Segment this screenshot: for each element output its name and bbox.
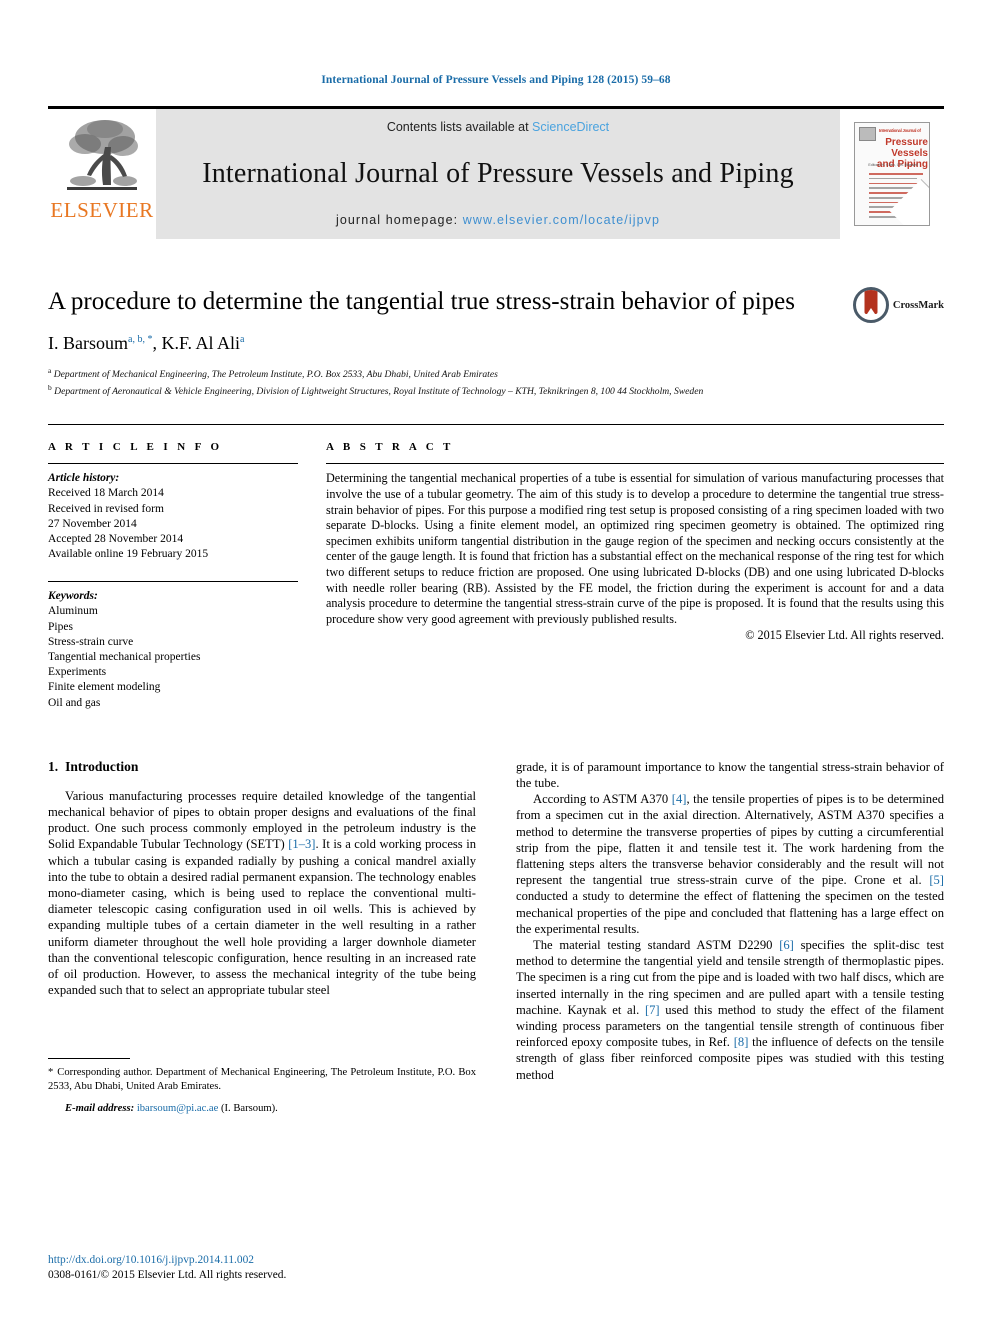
elsevier-logo: ELSEVIER — [48, 109, 156, 239]
elsevier-wordmark: ELSEVIER — [50, 198, 154, 222]
email-owner: (I. Barsoum). — [221, 1102, 278, 1114]
paragraph-part: The material testing standard ASTM D2290 — [533, 938, 780, 953]
keyword-item: Finite element modeling — [48, 681, 161, 694]
divider — [326, 463, 944, 465]
history-item: 27 November 2014 — [48, 517, 137, 530]
keyword-item: Stress-strain curve — [48, 635, 134, 648]
corresponding-author-footnote: * Corresponding author. Department of Mec… — [48, 1058, 476, 1114]
citation-ref[interactable]: [6] — [779, 938, 794, 952]
page-footer: http://dx.doi.org/10.1016/j.ijpvp.2014.1… — [48, 1253, 476, 1283]
page-title: A procedure to determine the tangential … — [48, 288, 795, 315]
citation-ref[interactable]: [1–3] — [288, 837, 315, 851]
cover-editors: Editors: H. Chen, C.A. Maxwell — [868, 163, 918, 167]
paragraph-part: conducted a study to determine the effec… — [516, 889, 944, 936]
footnote-divider — [48, 1058, 130, 1060]
elsevier-tree-icon — [61, 113, 143, 199]
journal-title: International Journal of Pressure Vessel… — [202, 157, 794, 189]
author-1-marks[interactable]: a, b, * — [128, 334, 152, 345]
citation-ref[interactable]: [4] — [672, 792, 687, 806]
citation-ref[interactable]: [7] — [645, 1003, 660, 1017]
title-area: A procedure to determine the tangential … — [48, 287, 944, 398]
keyword-item: Tangential mechanical properties — [48, 651, 201, 663]
journal-homepage-line: journal homepage: www.elsevier.com/locat… — [336, 213, 660, 227]
author-2-marks[interactable]: a — [240, 334, 244, 345]
journal-band: Contents lists available at ScienceDirec… — [156, 109, 840, 239]
section-heading-introduction: 1. Introduction — [48, 759, 476, 775]
homepage-prefix: journal homepage: — [335, 213, 459, 227]
contents-available-line: Contents lists available at ScienceDirec… — [387, 120, 609, 134]
keyword-item: Experiments — [48, 666, 107, 679]
keywords-list: Aluminum Pipes Stress-strain curve Tange… — [48, 604, 298, 710]
divider — [48, 463, 298, 465]
paper-page: International Journal of Pressure Vessel… — [0, 0, 992, 1323]
crossmark-badge[interactable]: CrossMark — [852, 287, 944, 323]
affiliations: a Department of Mechanical Engineering, … — [48, 364, 944, 398]
doi-link[interactable]: http://dx.doi.org/10.1016/j.ijpvp.2014.1… — [48, 1253, 476, 1268]
sciencedirect-link[interactable]: ScienceDirect — [532, 120, 609, 134]
footnote-text: * Corresponding author. Department of Mec… — [48, 1066, 476, 1093]
keyword-item: Oil and gas — [48, 696, 101, 709]
cover-title-line1: Pressure Vessels — [885, 137, 928, 159]
abstract-heading: A B S T R A C T — [326, 441, 454, 454]
article-history-label: Article history: — [48, 472, 120, 485]
homepage-url-link[interactable]: www.elsevier.com/locate/ijpvp — [463, 213, 660, 227]
cover-kicker: International Journal of — [879, 128, 921, 133]
paragraph-part: According to ASTM A370 — [533, 792, 672, 807]
citation-ref[interactable]: [5] — [929, 873, 944, 887]
journal-header-band: ELSEVIER Contents lists available at Sci… — [48, 106, 944, 239]
affiliation-b-text: Department of Aeronautical & Vehicle Eng… — [54, 386, 704, 398]
footnote-body: Corresponding author. Department of Mech… — [48, 1067, 476, 1093]
running-head: International Journal of Pressure Vessel… — [321, 74, 671, 86]
paragraph-part: . It is a cold working process in which … — [48, 837, 476, 998]
contents-prefix: Contents lists available at — [386, 120, 529, 134]
body-column-right: grade, it is of paramount importance to … — [516, 759, 944, 1114]
divider — [48, 581, 298, 583]
abstract-text: Determining the tangential mechanical pr… — [326, 471, 944, 626]
author-2-name: K.F. Al Ali — [161, 333, 241, 353]
cover-image: International Journal of Pressure Vessel… — [854, 122, 930, 226]
paragraph: Various manufacturing processes require … — [48, 788, 476, 999]
info-abstract-section: A R T I C L E I N F O Article history: R… — [48, 424, 944, 710]
paragraph-part: , the tensile properties of pipes is to … — [516, 792, 944, 888]
issn-copyright: 0308-0161/© 2015 Elsevier Ltd. All right… — [48, 1269, 287, 1281]
body-column-left: 1. Introduction Various manufacturing pro… — [48, 759, 476, 1114]
history-item: Accepted 28 November 2014 — [48, 532, 184, 545]
keyword-item: Aluminum — [48, 605, 98, 618]
paragraph: grade, it is of paramount importance to … — [516, 759, 944, 791]
email-line: E-mail address: ibarsoum@pi.ac.ae (I. Ba… — [48, 1103, 476, 1114]
section-number: 1. — [48, 758, 59, 774]
keywords-label: Keywords: — [48, 590, 98, 603]
journal-cover-thumbnail: International Journal of Pressure Vessel… — [840, 109, 944, 239]
crossmark-icon — [852, 287, 889, 323]
email-label: E-mail address: — [65, 1102, 135, 1114]
article-history-list: Received 18 March 2014 Received in revis… — [48, 486, 298, 562]
article-info-column: A R T I C L E I N F O Article history: R… — [48, 441, 298, 710]
body-columns: 1. Introduction Various manufacturing pro… — [48, 759, 944, 1114]
article-info-heading: A R T I C L E I N F O — [48, 441, 223, 454]
paragraph: According to ASTM A370 [4], the tensile … — [516, 791, 944, 937]
history-item: Available online 19 February 2015 — [48, 548, 209, 561]
citation-ref[interactable]: [8] — [734, 1035, 749, 1049]
history-item: Received in revised form — [48, 502, 164, 515]
email-link[interactable]: ibarsoum@pi.ac.ae — [137, 1103, 219, 1114]
paragraph: The material testing standard ASTM D2290… — [516, 937, 944, 1083]
footnote-star: * — [48, 1067, 54, 1079]
crossmark-label: CrossMark — [892, 299, 944, 311]
section-title: Introduction — [65, 758, 139, 774]
keyword-item: Pipes — [48, 620, 73, 633]
author-list: I. Barsouma, b, *, K.F. Al Alia — [48, 333, 245, 353]
abstract-column: A B S T R A C T Determining the tangenti… — [326, 441, 944, 710]
affiliation-a-text: Department of Mechanical Engineering, Th… — [53, 369, 498, 381]
author-1-name: I. Barsoum — [48, 333, 128, 353]
history-item: Received 18 March 2014 — [48, 487, 164, 500]
affiliation-b: b Department of Aeronautical & Vehicle E… — [48, 383, 704, 398]
abstract-copyright: © 2015 Elsevier Ltd. All rights reserved… — [745, 628, 944, 643]
affiliation-a: a Department of Mechanical Engineering, … — [48, 366, 498, 381]
